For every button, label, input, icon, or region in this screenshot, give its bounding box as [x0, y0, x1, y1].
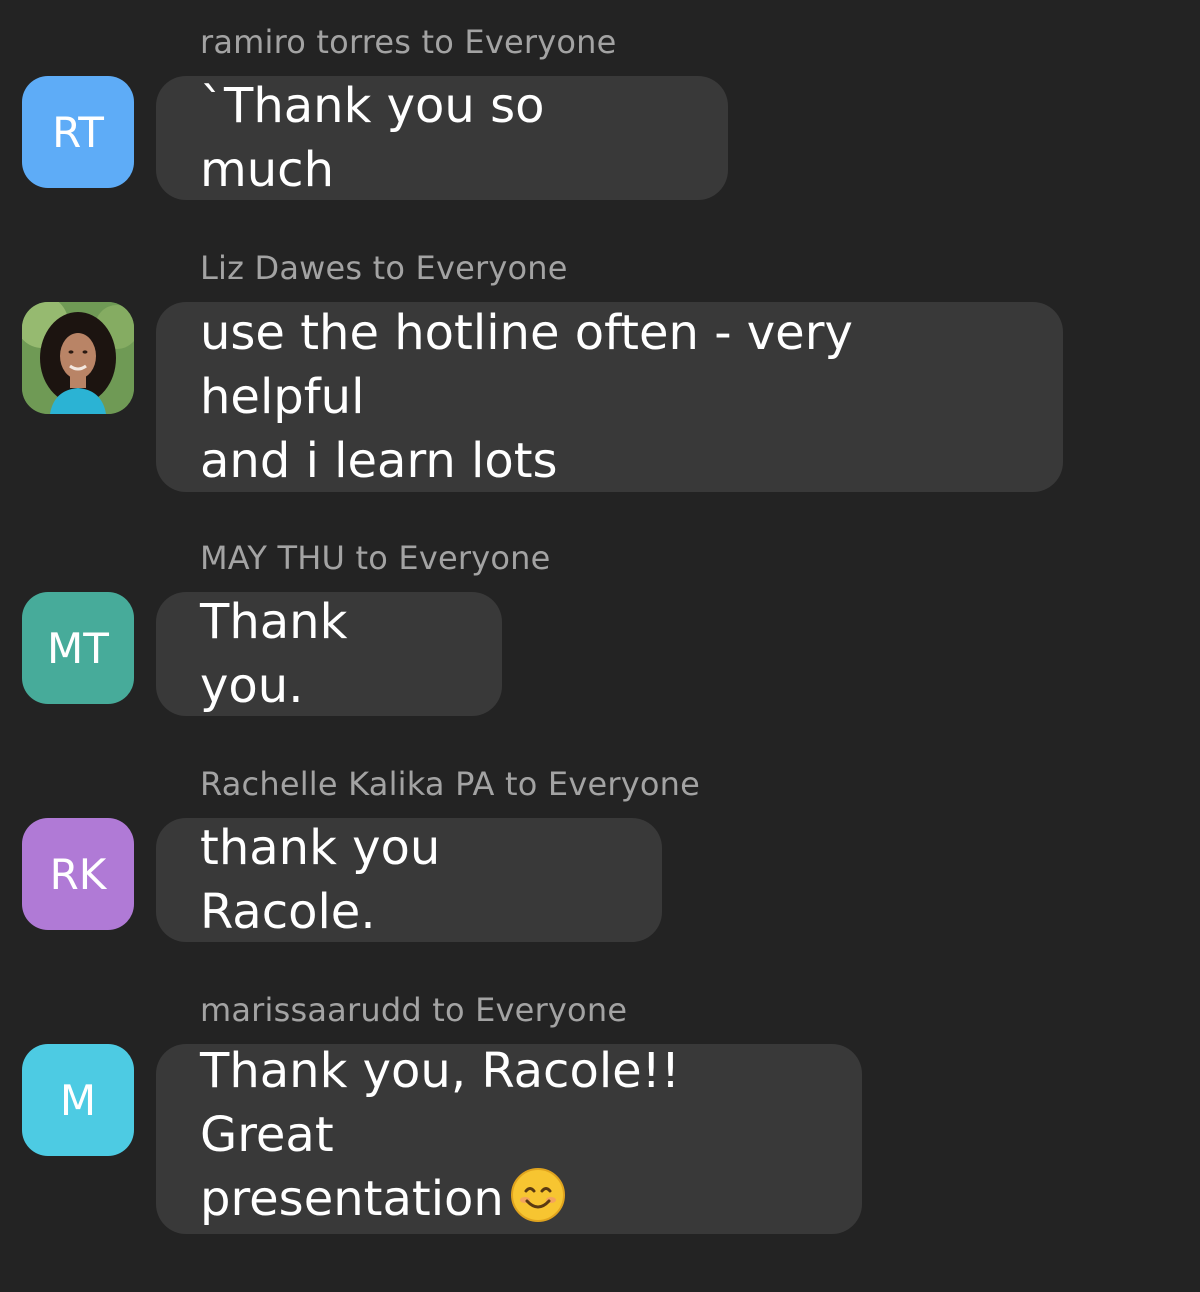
avatar[interactable]: RK: [22, 818, 134, 930]
smiling-face-emoji-icon: [510, 1167, 566, 1239]
avatar-initials: MT: [47, 623, 109, 673]
message-text: Thank you, Racole!! Great presentation: [200, 1039, 818, 1239]
message-bubble[interactable]: Thank you.: [156, 592, 502, 716]
avatar-initials: RT: [52, 107, 104, 157]
message-sender: marissaarudd to Everyone: [200, 991, 628, 1029]
avatar[interactable]: RT: [22, 76, 134, 188]
avatar[interactable]: M: [22, 1044, 134, 1156]
message-bubble[interactable]: use the hotline often - very helpful and…: [156, 302, 1063, 492]
message-text: thank you Racole.: [200, 820, 456, 940]
message-sender: ramiro torres to Everyone: [200, 23, 617, 61]
avatar-initials: RK: [49, 849, 107, 899]
message-bubble[interactable]: thank you Racole.: [156, 818, 662, 942]
message-sender: MAY THU to Everyone: [200, 539, 551, 577]
message-bubble[interactable]: Thank you, Racole!! Great presentation: [156, 1043, 862, 1234]
message-sender: Liz Dawes to Everyone: [200, 249, 568, 287]
avatar-initials: M: [59, 1075, 97, 1125]
message-text: use the hotline often - very helpful and…: [200, 305, 853, 489]
message-sender: Rachelle Kalika PA to Everyone: [200, 765, 700, 803]
message-text: `Thank you so much: [200, 78, 560, 198]
avatar[interactable]: MT: [22, 592, 134, 704]
message-bubble[interactable]: `Thank you so much: [156, 76, 728, 200]
avatar[interactable]: [22, 302, 134, 414]
message-text: Thank you.: [200, 594, 363, 714]
profile-photo-icon: [22, 302, 134, 414]
chat-message-list[interactable]: ramiro torres to Everyone RT `Thank you …: [0, 0, 1200, 1292]
